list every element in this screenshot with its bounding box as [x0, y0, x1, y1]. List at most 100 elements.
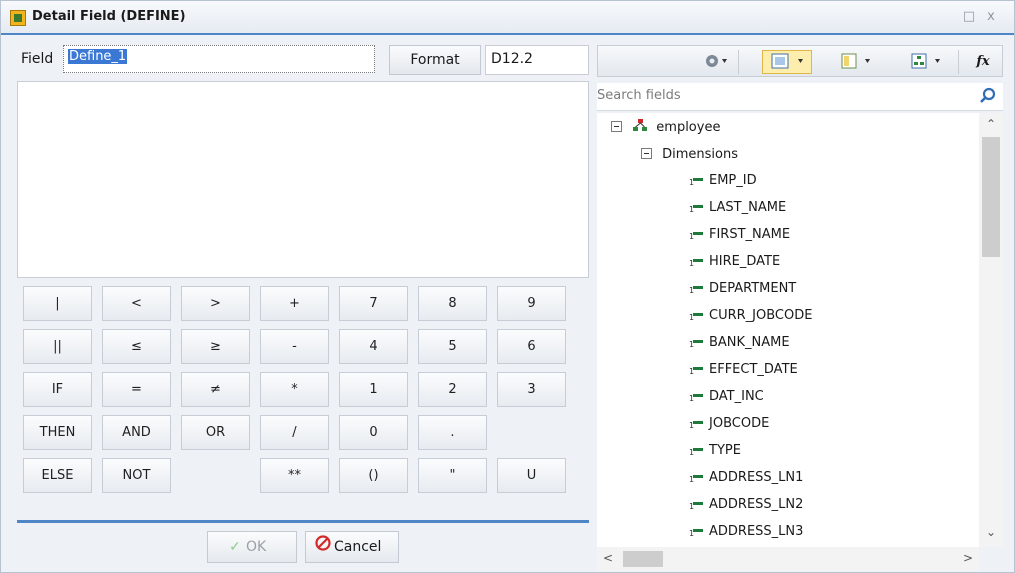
- keypad-key[interactable]: ELSE: [23, 458, 92, 493]
- ok-label: OK: [246, 539, 267, 555]
- tree-field-item[interactable]: CURR_JOBCODE: [689, 303, 813, 331]
- function-icon[interactable]: fx: [968, 50, 998, 74]
- keypad-key[interactable]: OR: [181, 415, 250, 450]
- keypad-key[interactable]: 9: [497, 286, 566, 321]
- tree-field-label: EMP_ID: [709, 173, 757, 188]
- hierarchy-icon[interactable]: [904, 50, 950, 74]
- field-name-input[interactable]: Define_1: [63, 45, 375, 73]
- keypad-key[interactable]: /: [260, 415, 329, 450]
- keypad-key[interactable]: +: [260, 286, 329, 321]
- keypad-key[interactable]: 1: [339, 372, 408, 407]
- keypad-key[interactable]: =: [102, 372, 171, 407]
- cancel-icon: [312, 532, 334, 562]
- search-placeholder: Search fields: [597, 88, 681, 103]
- keypad-key[interactable]: U: [497, 458, 566, 493]
- collapse-icon[interactable]: [641, 148, 652, 159]
- vertical-scroll-thumb[interactable]: [982, 137, 1000, 257]
- keypad-key[interactable]: |: [23, 286, 92, 321]
- tree-field-item[interactable]: BANK_NAME: [689, 330, 790, 358]
- search-icon[interactable]: [979, 87, 997, 105]
- field-label: Field: [21, 51, 54, 67]
- tree-root[interactable]: employee: [611, 115, 720, 141]
- keypad-key[interactable]: 8: [418, 286, 487, 321]
- restore-icon[interactable]: □: [961, 9, 977, 25]
- keypad-key[interactable]: 4: [339, 329, 408, 364]
- scroll-left-icon[interactable]: <: [603, 551, 613, 565]
- field-icon: [689, 197, 703, 223]
- field-name-value: Define_1: [68, 49, 128, 64]
- layout-icon[interactable]: [834, 50, 880, 74]
- keypad-key[interactable]: 2: [418, 372, 487, 407]
- field-icon: [689, 359, 703, 385]
- expression-editor[interactable]: [17, 81, 589, 278]
- tree-field-item[interactable]: DAT_INC: [689, 384, 764, 412]
- tree-field-label: ADDRESS_LN3: [709, 524, 804, 539]
- action-bar: [17, 520, 589, 572]
- field-icon: [689, 305, 703, 331]
- tree-group[interactable]: Dimensions: [641, 142, 738, 168]
- keypad-key[interactable]: IF: [23, 372, 92, 407]
- checkmark-icon: ✓: [229, 539, 241, 555]
- keypad-key[interactable]: AND: [102, 415, 171, 450]
- tree-field-item[interactable]: DEPARTMENT: [689, 276, 796, 304]
- tree-field-label: FIRST_NAME: [709, 227, 791, 242]
- select-field-icon[interactable]: [762, 50, 812, 74]
- collapse-icon[interactable]: [611, 121, 622, 132]
- field-tree: employee Dimensions EMP_ID LAST_NAME FIRST…: [597, 113, 979, 547]
- tree-field-item[interactable]: EFFECT_DATE: [689, 357, 798, 385]
- format-button[interactable]: Format: [389, 45, 481, 75]
- scroll-up-icon[interactable]: ⌃: [986, 117, 996, 131]
- tree-field-item[interactable]: LAST_NAME: [689, 195, 787, 223]
- keypad-key[interactable]: 3: [497, 372, 566, 407]
- app-icon: [10, 10, 26, 26]
- keypad-key[interactable]: THEN: [23, 415, 92, 450]
- tree-field-item[interactable]: FIRST_NAME: [689, 222, 791, 250]
- keypad-key[interactable]: .: [418, 415, 487, 450]
- field-icon: [689, 332, 703, 358]
- vertical-scrollbar[interactable]: ⌃ ⌄: [979, 113, 1003, 547]
- keypad-key[interactable]: **: [260, 458, 329, 493]
- keypad-key[interactable]: ||: [23, 329, 92, 364]
- keypad-key[interactable]: 6: [497, 329, 566, 364]
- keypad-key[interactable]: ": [418, 458, 487, 493]
- tree-field-label: JOBCODE: [709, 416, 770, 431]
- tree-field-item[interactable]: ADDRESS_LN1: [689, 465, 803, 493]
- close-icon[interactable]: x: [983, 9, 999, 25]
- tree-field-item[interactable]: ADDRESS_LN3: [689, 519, 804, 547]
- gear-icon[interactable]: [698, 50, 732, 74]
- keypad-key[interactable]: (): [339, 458, 408, 493]
- field-icon: [689, 413, 703, 439]
- ok-button[interactable]: ✓ OK: [207, 531, 297, 563]
- tree-field-item[interactable]: JOBCODE: [689, 411, 770, 439]
- tree-field-item[interactable]: ADDRESS_LN2: [689, 492, 804, 520]
- keypad-key[interactable]: ≤: [102, 329, 171, 364]
- tree-field-item[interactable]: TYPE: [689, 438, 741, 466]
- keypad-key[interactable]: ≠: [181, 372, 250, 407]
- tree-field-label: CURR_JOBCODE: [709, 308, 813, 323]
- keypad-key[interactable]: ≥: [181, 329, 250, 364]
- keypad-key[interactable]: >: [181, 286, 250, 321]
- horizontal-scroll-thumb[interactable]: [623, 551, 663, 567]
- keypad-key[interactable]: 7: [339, 286, 408, 321]
- tree-field-item[interactable]: EMP_ID: [689, 168, 757, 196]
- search-fields-input[interactable]: Search fields: [597, 83, 1003, 111]
- keypad-key[interactable]: 0: [339, 415, 408, 450]
- tree-group-label: Dimensions: [662, 147, 739, 162]
- cancel-button[interactable]: Cancel: [305, 531, 399, 563]
- keypad-key[interactable]: 5: [418, 329, 487, 364]
- keypad-key[interactable]: *: [260, 372, 329, 407]
- format-input[interactable]: D12.2: [485, 45, 589, 75]
- horizontal-scrollbar[interactable]: < >: [597, 547, 979, 571]
- detail-field-dialog: Detail Field (DEFINE) □ x Field Define_1…: [0, 0, 1015, 573]
- tree-field-label: ADDRESS_LN2: [709, 497, 804, 512]
- keypad-key[interactable]: NOT: [102, 458, 171, 493]
- keypad-key[interactable]: <: [102, 286, 171, 321]
- scroll-right-icon[interactable]: >: [963, 551, 973, 565]
- tree-field-item[interactable]: HIRE_DATE: [689, 249, 780, 277]
- keypad-key[interactable]: -: [260, 329, 329, 364]
- scroll-down-icon[interactable]: ⌄: [986, 525, 996, 539]
- cancel-label: Cancel: [334, 539, 382, 555]
- tree-field-label: DAT_INC: [709, 389, 764, 404]
- tree-field-label: LAST_NAME: [709, 200, 787, 215]
- tree-field-label: TYPE: [709, 443, 741, 458]
